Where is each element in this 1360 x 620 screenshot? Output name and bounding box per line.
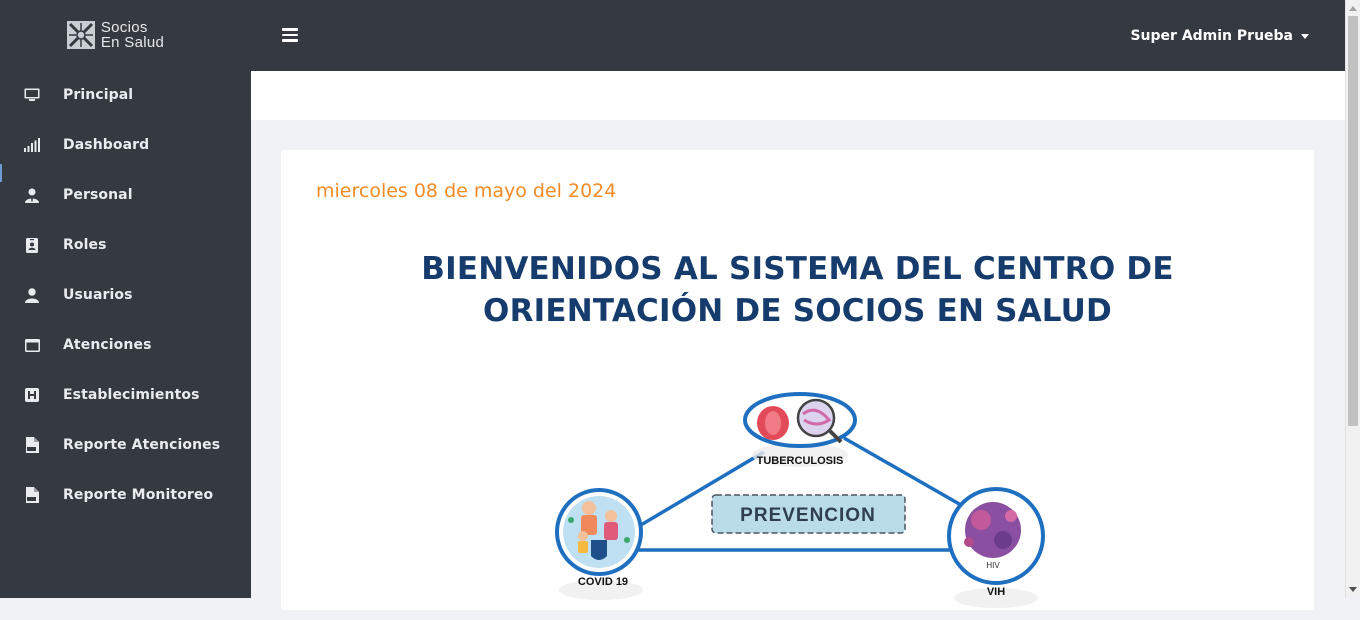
prevention-diagram: TUBERCULOSIS PREVENCION COVID 19 HIV VIH	[555, 392, 1045, 608]
pdf-file-icon	[24, 487, 40, 503]
sidebar-item-reporte-monitoreo[interactable]: Reporte Monitoreo	[0, 470, 251, 520]
sidebar-item-label: Principal	[63, 87, 134, 103]
family-icon	[582, 501, 596, 515]
node-label-top: TUBERCULOSIS	[757, 455, 844, 467]
brand[interactable]: Socios En Salud	[0, 0, 251, 70]
scroll-down-arrow-icon[interactable]	[1349, 587, 1357, 592]
user-name: Super Admin Prueba	[1130, 28, 1293, 44]
hospital-icon	[24, 387, 40, 403]
covid-node: COVID 19	[555, 488, 643, 600]
sidebar-item-atenciones[interactable]: Atenciones	[0, 320, 251, 370]
caret-down-icon	[1301, 33, 1309, 39]
page-scrollbar[interactable]	[1345, 0, 1360, 598]
node-label-right: VIH	[987, 586, 1005, 598]
sidebar-item-dashboard[interactable]: Dashboard	[0, 120, 251, 170]
menu-toggle-icon[interactable]	[282, 28, 298, 42]
sidebar-item-label: Dashboard	[63, 137, 150, 153]
sidebar-item-label: Reporte Atenciones	[63, 437, 221, 453]
user-tie-icon	[24, 187, 40, 203]
scroll-up-arrow-icon[interactable]	[1349, 6, 1357, 11]
user-icon	[24, 287, 40, 303]
sidebar-item-principal[interactable]: Principal	[0, 70, 251, 120]
signal-bars-icon	[24, 137, 40, 153]
welcome-card: miercoles 08 de mayo del 2024 BIENVENIDO…	[281, 150, 1314, 610]
current-date: miercoles 08 de mayo del 2024	[316, 180, 617, 202]
user-menu-dropdown[interactable]: Super Admin Prueba	[1130, 28, 1309, 44]
sidebar-item-establecimientos[interactable]: Establecimientos	[0, 370, 251, 420]
sidebar-item-label: Roles	[63, 237, 107, 253]
content-header	[251, 71, 1345, 120]
prevention-box: PREVENCION	[711, 494, 906, 534]
hiv-inner-label: HIV	[986, 561, 1000, 570]
brand-line-2: En Salud	[100, 34, 165, 51]
sidebar-item-label: Establecimientos	[63, 387, 200, 403]
top-navbar: Super Admin Prueba	[251, 0, 1345, 71]
sidebar-item-label: Personal	[63, 187, 133, 203]
sidebar-item-usuarios[interactable]: Usuarios	[0, 270, 251, 320]
welcome-title-line-1: BIENVENIDOS AL SISTEMA DEL CENTRO DE	[421, 251, 1174, 287]
monitor-icon	[24, 87, 40, 103]
brand-name: Socios En Salud	[101, 20, 164, 50]
prevention-label: PREVENCION	[740, 505, 876, 526]
sidebar-item-label: Usuarios	[63, 287, 133, 303]
socios-logo-icon	[66, 21, 95, 49]
hiv-node: HIV VIH	[947, 487, 1045, 608]
window-icon	[24, 337, 40, 353]
sidebar-item-reporte-atenciones[interactable]: Reporte Atenciones	[0, 420, 251, 470]
sidebar-nav: Principal Dashboard Personal Roles Usuar…	[0, 70, 251, 520]
welcome-title-line-2: ORIENTACIÓN DE SOCIOS EN SALUD	[483, 293, 1112, 329]
sidebar-active-indicator	[0, 164, 2, 182]
tuberculosis-node: TUBERCULOSIS	[743, 392, 857, 467]
sidebar-item-label: Atenciones	[63, 337, 152, 353]
welcome-title: BIENVENIDOS AL SISTEMA DEL CENTRO DE ORI…	[281, 248, 1314, 332]
pdf-file-icon	[24, 437, 40, 453]
node-label-left: COVID 19	[578, 576, 628, 588]
id-badge-icon	[24, 237, 40, 253]
sidebar-item-personal[interactable]: Personal	[0, 170, 251, 220]
sidebar-item-roles[interactable]: Roles	[0, 220, 251, 270]
brand-line-1: Socios	[100, 19, 148, 36]
scrollbar-thumb[interactable]	[1348, 16, 1358, 426]
sidebar: Socios En Salud Principal Dashboard Pers…	[0, 0, 251, 598]
sidebar-item-label: Reporte Monitoreo	[63, 487, 214, 503]
